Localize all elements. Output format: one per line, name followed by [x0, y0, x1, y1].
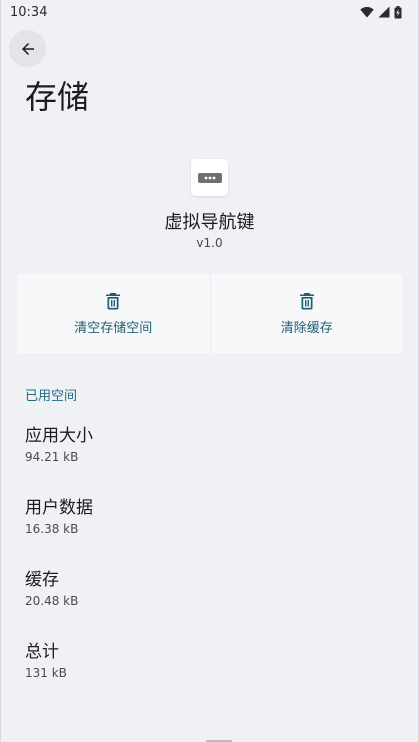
back-button[interactable]: [9, 30, 46, 67]
clear-cache-label: 清除缓存: [280, 320, 333, 336]
clear-storage-button[interactable]: 清空存储空间: [17, 274, 210, 353]
section-header-used-space: 已用空间: [25, 389, 78, 404]
usage-item-value: 131 kB: [25, 666, 67, 680]
usage-item-label: 缓存: [25, 570, 59, 590]
trash-icon: [299, 292, 314, 309]
app-icon: [191, 159, 228, 196]
signal-icon: [378, 6, 390, 18]
usage-item-value: 94.21 kB: [25, 450, 79, 464]
usage-item-value: 16.38 kB: [25, 522, 79, 536]
back-arrow-icon: [21, 42, 34, 55]
usage-item-label: 应用大小: [25, 426, 93, 446]
usage-item-value: 20.48 kB: [25, 594, 79, 608]
app-version: v1.0: [196, 236, 223, 250]
storage-actions: 清空存储空间 清除缓存: [17, 274, 403, 353]
status-bar: 10:34: [1, 0, 418, 24]
storage-screen: 10:34 存储 虚拟导航键 v1.0 清空存储空间 清除缓存 已用空间 应用大…: [0, 0, 419, 742]
usage-item-user-data: 用户数据 16.38 kB: [25, 497, 93, 537]
usage-item-app-size: 应用大小 94.21 kB: [25, 425, 93, 465]
wifi-icon: [360, 7, 374, 18]
clear-cache-button[interactable]: 清除缓存: [209, 274, 404, 353]
usage-item-total: 总计 131 kB: [25, 641, 67, 681]
usage-item-label: 总计: [25, 642, 59, 662]
app-name: 虚拟导航键: [164, 212, 255, 233]
usage-item-cache: 缓存 20.48 kB: [25, 569, 78, 609]
usage-item-label: 用户数据: [25, 498, 93, 518]
status-time: 10:34: [10, 4, 48, 20]
trash-icon: [106, 292, 121, 309]
page-title: 存储: [25, 78, 90, 116]
clear-storage-label: 清空存储空间: [74, 320, 153, 336]
battery-icon: [394, 5, 402, 18]
status-icons: [360, 5, 402, 19]
navigation-keys-icon: [197, 172, 222, 183]
